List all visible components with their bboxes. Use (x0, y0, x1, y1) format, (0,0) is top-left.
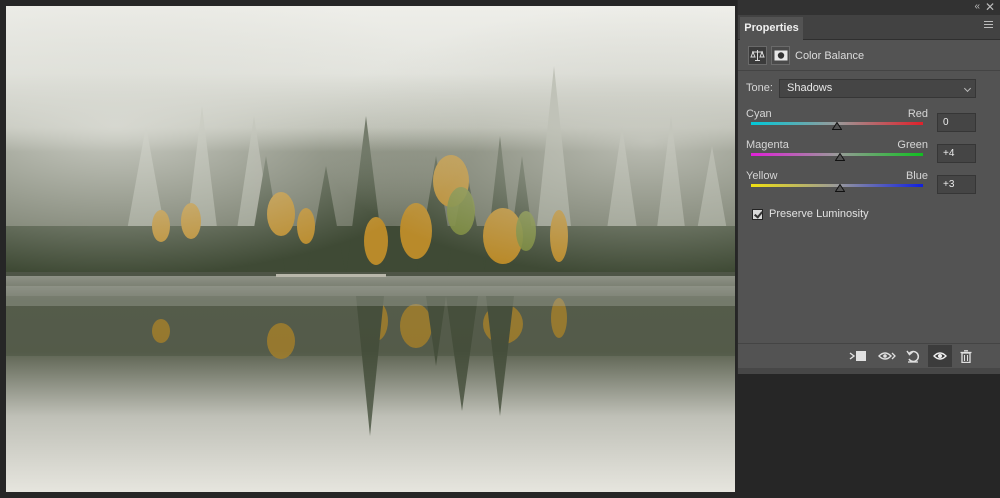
document-canvas[interactable] (6, 6, 735, 492)
yellow-blue-slider-row: Yellow Blue +3 (746, 170, 996, 200)
misty-lake-photo (6, 6, 735, 492)
visibility-eye-icon[interactable] (928, 345, 952, 367)
properties-panel: « ✕ Properties Color Balance Tone: Shado… (737, 0, 1000, 374)
delete-trash-icon[interactable] (957, 348, 975, 364)
hamburger-menu-icon[interactable] (984, 21, 993, 30)
preserve-luminosity-option[interactable]: Preserve Luminosity (752, 207, 869, 221)
cyan-red-slider-row: Cyan Red 0 (746, 108, 996, 138)
collapse-panel-button[interactable]: « (974, 1, 980, 12)
green-label: Green (897, 139, 928, 151)
tab-properties[interactable]: Properties (740, 17, 803, 40)
panel-tab-bar: Properties (738, 15, 1000, 40)
red-label: Red (907, 108, 928, 120)
preserve-luminosity-label: Preserve Luminosity (769, 208, 869, 220)
yellow-blue-value-field[interactable]: +3 (937, 175, 976, 194)
tone-selected-value: Shadows (787, 82, 833, 94)
layer-mask-icon[interactable] (771, 46, 790, 65)
panel-title-bar: « ✕ (738, 0, 1000, 15)
yellow-blue-slider-thumb[interactable] (834, 184, 845, 192)
tone-dropdown[interactable]: Shadows (779, 79, 976, 98)
panel-bottom-edge (738, 368, 1000, 374)
clip-to-layer-icon[interactable] (849, 348, 867, 364)
blue-label: Blue (905, 170, 928, 182)
reset-icon[interactable] (904, 348, 922, 364)
preserve-luminosity-checkbox[interactable] (752, 208, 763, 220)
color-balance-scale-icon[interactable] (748, 46, 767, 65)
cyan-red-slider-thumb[interactable] (832, 122, 842, 130)
view-previous-state-icon[interactable] (878, 348, 896, 364)
close-panel-button[interactable]: ✕ (985, 0, 995, 14)
magenta-green-value-field[interactable]: +4 (937, 144, 976, 163)
tone-label: Tone: (746, 82, 773, 94)
magenta-green-slider-thumb[interactable] (835, 153, 846, 161)
magenta-green-slider-row: Magenta Green +4 (746, 139, 996, 169)
cyan-red-value-field[interactable]: 0 (937, 113, 976, 132)
adjustment-header: Color Balance (738, 41, 1000, 71)
panel-footer-toolbar (738, 343, 1000, 367)
adjustment-title: Color Balance (795, 50, 865, 62)
chevron-down-icon (963, 84, 972, 93)
